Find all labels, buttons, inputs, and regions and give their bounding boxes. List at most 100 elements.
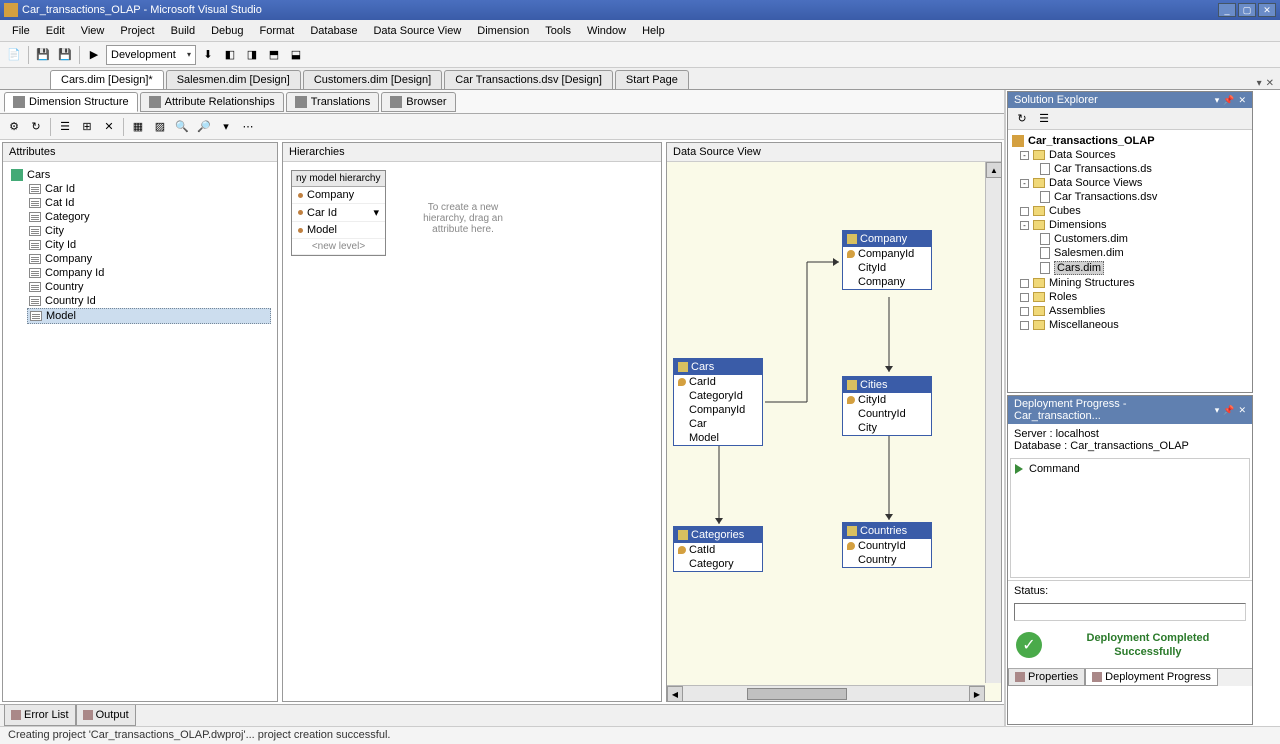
entity-column[interactable]: CategoryId — [674, 389, 762, 403]
attribute-item[interactable]: City — [27, 224, 271, 238]
entity-column[interactable]: Category — [674, 557, 762, 571]
find-button[interactable]: 🔍 — [172, 117, 192, 137]
sln-folder[interactable]: Assemblies — [1020, 304, 1248, 318]
attribute-item[interactable]: Car Id — [27, 182, 271, 196]
sln-folder[interactable]: Roles — [1020, 290, 1248, 304]
entity-column[interactable]: CityId — [843, 393, 931, 407]
attribute-item[interactable]: Company — [27, 252, 271, 266]
deploy-command-node[interactable]: Command — [1015, 463, 1245, 475]
menu-data-source-view[interactable]: Data Source View — [365, 23, 469, 39]
expander-icon[interactable] — [1020, 321, 1029, 330]
expander-icon[interactable] — [1020, 279, 1029, 288]
designer-tab[interactable]: Translations — [286, 92, 380, 112]
sln-file[interactable]: Customers.dim — [1040, 232, 1248, 246]
hide-table-button[interactable]: ▨ — [150, 117, 170, 137]
entity-column[interactable]: CityId — [843, 261, 931, 275]
entity-categories[interactable]: CategoriesCatIdCategory — [673, 526, 763, 572]
zoom-dropdown[interactable]: ▾ — [216, 117, 236, 137]
entity-column[interactable]: City — [843, 421, 931, 435]
entity-column[interactable]: Car — [674, 417, 762, 431]
zoom-button[interactable]: 🔎 — [194, 117, 214, 137]
entity-column[interactable]: CountryId — [843, 539, 931, 553]
toolbar-btn-3[interactable]: ⬒ — [264, 45, 284, 65]
attribute-item[interactable]: Company Id — [27, 266, 271, 280]
menu-format[interactable]: Format — [252, 23, 303, 39]
minimize-button[interactable]: _ — [1218, 3, 1236, 17]
sln-folder[interactable]: Mining Structures — [1020, 276, 1248, 290]
view-list-button[interactable]: ☰ — [55, 117, 75, 137]
run-button[interactable]: ▶ — [84, 45, 104, 65]
save-button[interactable]: 💾 — [33, 45, 53, 65]
delete-button[interactable]: ✕ — [99, 117, 119, 137]
sln-folder[interactable]: -Dimensions — [1020, 218, 1248, 232]
doc-tab[interactable]: Salesmen.dim [Design] — [166, 70, 301, 89]
entity-column[interactable]: CountryId — [843, 407, 931, 421]
bottom-tab[interactable]: Error List — [4, 705, 76, 726]
more-button[interactable]: ⋯ — [238, 117, 258, 137]
tab-close-icon[interactable]: ✕ — [1266, 78, 1274, 89]
chevron-down-icon[interactable]: ▾ — [373, 206, 379, 219]
show-table-button[interactable]: ▦ — [128, 117, 148, 137]
sln-file[interactable]: Car Transactions.dsv — [1040, 190, 1248, 204]
config-combo[interactable]: Development — [106, 45, 196, 65]
sln-file[interactable]: Salesmen.dim — [1040, 246, 1248, 260]
designer-tab[interactable]: Attribute Relationships — [140, 92, 284, 112]
entity-company[interactable]: CompanyCompanyIdCityIdCompany — [842, 230, 932, 290]
save-all-button[interactable]: 💾 — [55, 45, 75, 65]
new-level-placeholder[interactable]: <new level> — [292, 239, 385, 255]
dsv-scroll-h[interactable]: ◀ ▶ — [667, 685, 985, 701]
sln-file[interactable]: Cars.dim — [1040, 260, 1248, 276]
entity-cities[interactable]: CitiesCityIdCountryIdCity — [842, 376, 932, 436]
panel-close-icon[interactable]: ✕ — [1238, 95, 1246, 106]
menu-help[interactable]: Help — [634, 23, 673, 39]
doc-tab[interactable]: Car Transactions.dsv [Design] — [444, 70, 613, 89]
sln-folder[interactable]: Cubes — [1020, 204, 1248, 218]
scroll-left-icon[interactable]: ◀ — [667, 686, 683, 701]
entity-column[interactable]: CarId — [674, 375, 762, 389]
scroll-right-icon[interactable]: ▶ — [969, 686, 985, 701]
menu-window[interactable]: Window — [579, 23, 634, 39]
entity-column[interactable]: Country — [843, 553, 931, 567]
close-button[interactable]: ✕ — [1258, 3, 1276, 17]
hierarchy-level[interactable]: Model — [292, 222, 385, 239]
entity-column[interactable]: CompanyId — [674, 403, 762, 417]
entity-column[interactable]: CompanyId — [843, 247, 931, 261]
new-button[interactable]: 📄 — [4, 45, 24, 65]
entity-cars[interactable]: CarsCarIdCategoryIdCompanyIdCarModel — [673, 358, 763, 446]
attribute-item[interactable]: Cat Id — [27, 196, 271, 210]
project-node[interactable]: Car_transactions_OLAP — [1012, 134, 1248, 148]
deploy-button[interactable]: ⬇ — [198, 45, 218, 65]
doc-tab[interactable]: Start Page — [615, 70, 689, 89]
menu-debug[interactable]: Debug — [203, 23, 251, 39]
panel-tab[interactable]: Properties — [1008, 669, 1085, 686]
panel-pin-icon[interactable]: 📌 — [1223, 95, 1234, 106]
expander-icon[interactable] — [1020, 307, 1029, 316]
entity-column[interactable]: CatId — [674, 543, 762, 557]
deploy-pin-icon[interactable]: 📌 — [1223, 405, 1234, 416]
dsv-canvas[interactable]: CompanyCompanyIdCityIdCompany CarsCarIdC… — [667, 162, 1001, 701]
view-tree-button[interactable]: ⊞ — [77, 117, 97, 137]
attribute-item[interactable]: Country Id — [27, 294, 271, 308]
deploy-close-icon[interactable]: ✕ — [1238, 405, 1246, 416]
sln-folder[interactable]: Miscellaneous — [1020, 318, 1248, 332]
toolbar-btn-4[interactable]: ⬓ — [286, 45, 306, 65]
expander-icon[interactable] — [1020, 293, 1029, 302]
attribute-item[interactable]: Model — [27, 308, 271, 324]
designer-tab[interactable]: Dimension Structure — [4, 92, 138, 112]
attribute-item[interactable]: Category — [27, 210, 271, 224]
hierarchy-level[interactable]: Car Id▾ — [292, 204, 385, 222]
menu-tools[interactable]: Tools — [537, 23, 579, 39]
scroll-thumb-h[interactable] — [747, 688, 847, 700]
panel-dropdown-icon[interactable]: ▾ — [1215, 95, 1220, 106]
menu-database[interactable]: Database — [302, 23, 365, 39]
deploy-dropdown-icon[interactable]: ▾ — [1215, 405, 1220, 416]
bottom-tab[interactable]: Output — [76, 705, 136, 726]
expander-icon[interactable]: - — [1020, 221, 1029, 230]
menu-build[interactable]: Build — [163, 23, 203, 39]
entity-column[interactable]: Model — [674, 431, 762, 445]
menu-view[interactable]: View — [73, 23, 113, 39]
doc-tab[interactable]: Cars.dim [Design]* — [50, 70, 164, 89]
process-button[interactable]: ⚙ — [4, 117, 24, 137]
designer-tab[interactable]: Browser — [381, 92, 455, 112]
sln-folder[interactable]: -Data Source Views — [1020, 176, 1248, 190]
